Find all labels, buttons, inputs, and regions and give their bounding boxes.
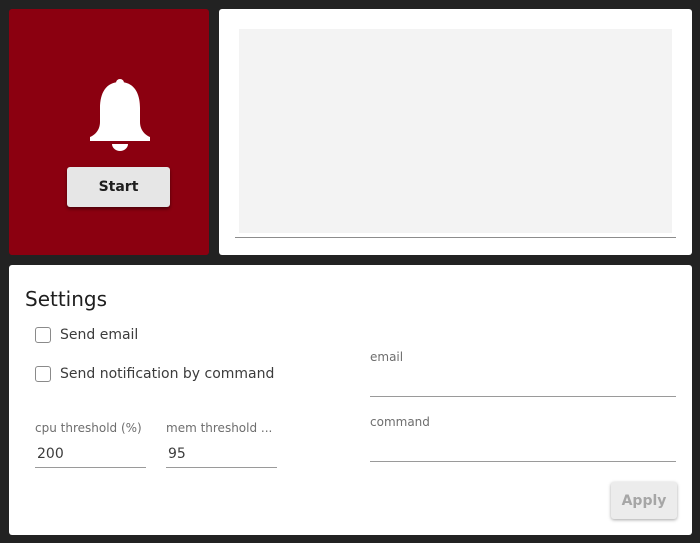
mem-threshold-field: mem threshold ... xyxy=(166,421,277,468)
settings-title: Settings xyxy=(25,287,108,311)
mem-threshold-label: mem threshold ... xyxy=(166,421,273,435)
apply-button[interactable]: Apply xyxy=(611,482,677,519)
alarm-panel: Start xyxy=(9,9,209,255)
mem-threshold-input[interactable] xyxy=(166,441,277,468)
send-command-label: Send notification by command xyxy=(60,366,275,382)
send-email-checkbox[interactable]: Send email xyxy=(35,325,138,345)
email-input[interactable] xyxy=(370,370,676,397)
send-command-checkbox[interactable]: Send notification by command xyxy=(35,364,274,384)
send-command-checkbox-box[interactable] xyxy=(35,366,51,382)
send-email-checkbox-box[interactable] xyxy=(35,327,51,343)
bell-icon xyxy=(90,79,150,151)
cpu-threshold-label: cpu threshold (%) xyxy=(35,421,142,435)
email-field: email xyxy=(370,350,676,397)
start-button[interactable]: Start xyxy=(67,167,170,207)
cpu-threshold-field: cpu threshold (%) xyxy=(35,421,146,468)
cpu-threshold-input[interactable] xyxy=(35,441,146,468)
settings-panel: Settings Send email Send notification by… xyxy=(9,265,692,535)
send-email-label: Send email xyxy=(60,327,139,343)
log-underline xyxy=(235,237,676,238)
command-field: command xyxy=(370,415,676,462)
app-window: Start Settings Send email Send notificat… xyxy=(0,0,700,543)
command-input[interactable] xyxy=(370,435,676,462)
log-panel xyxy=(219,9,692,255)
command-label: command xyxy=(370,415,430,429)
email-label: email xyxy=(370,350,404,364)
log-output-area[interactable] xyxy=(239,29,672,233)
